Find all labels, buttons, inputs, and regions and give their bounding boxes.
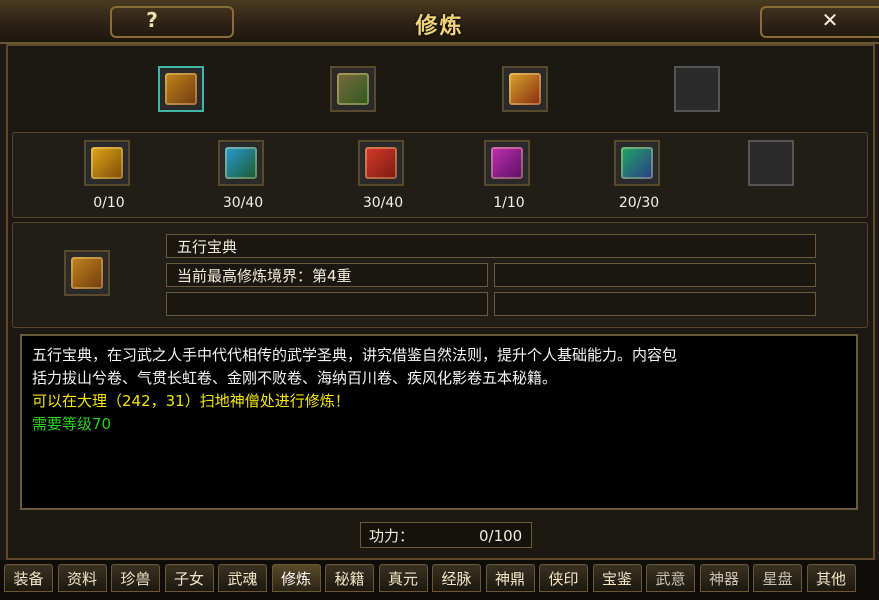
book-count-2: 30/40 [222, 195, 264, 211]
book-icon [71, 257, 103, 289]
book-slot-5[interactable] [614, 140, 660, 186]
close-icon[interactable]: ✕ [818, 8, 842, 32]
description-line-2: 括力拔山兮卷、气贯长虹卷、金刚不败卷、海纳百川卷、疾风化影卷五本秘籍。 [32, 369, 558, 387]
tab-7[interactable]: 秘籍 [325, 564, 374, 592]
cultivation-window: ? 修炼 ✕ 0/10 30/40 30/40 1/10 20/30 五行宝典 … [0, 0, 879, 600]
book-icon [365, 147, 397, 179]
current-book-slot[interactable] [64, 250, 110, 296]
tab-12[interactable]: 宝鉴 [592, 564, 642, 592]
tab-10[interactable]: 神鼎 [485, 564, 535, 592]
tab-6[interactable]: 修炼 [271, 564, 321, 592]
tab-9[interactable]: 经脉 [432, 564, 481, 592]
info-field-r1 [494, 263, 816, 287]
realm-field: 当前最高修炼境界：第4重 [166, 263, 488, 287]
window-title: 修炼 [415, 14, 464, 39]
tab-14[interactable]: 神器 [699, 564, 749, 592]
description-line-1: 五行宝典，在习武之人手中代代相传的武学圣典，讲究借鉴自然法则，提升个人基础能力。… [32, 346, 678, 364]
book-count-3: 30/40 [362, 195, 404, 211]
book-icon [491, 147, 523, 179]
book-icon [165, 73, 197, 105]
tab-11[interactable]: 侠印 [539, 564, 588, 592]
slot-empty[interactable] [674, 66, 720, 112]
book-count-4: 1/10 [493, 195, 525, 211]
tab-5[interactable]: 武魂 [218, 564, 267, 592]
tab-3[interactable]: 珍兽 [111, 564, 160, 592]
location-text: 可以在大理（242，31）扫地神僧处进行修炼！ [32, 392, 350, 410]
scroll-icon [337, 73, 369, 105]
book-count-1: 0/10 [93, 195, 125, 211]
slot-bamboo-scroll[interactable] [330, 66, 376, 112]
book-slot-1[interactable] [84, 140, 130, 186]
title-bar[interactable]: ? 修炼 ✕ [0, 0, 879, 44]
book-slot-4[interactable] [484, 140, 530, 186]
book-slot-2[interactable] [218, 140, 264, 186]
book-slot-3[interactable] [358, 140, 404, 186]
book-icon [91, 147, 123, 179]
tab-15[interactable]: 星盘 [753, 564, 802, 592]
description-box: 五行宝典，在习武之人手中代代相传的武学圣典，讲究借鉴自然法则，提升个人基础能力。… [20, 334, 858, 510]
tab-16[interactable]: 其他 [806, 564, 856, 592]
book-slot-6[interactable] [748, 140, 794, 186]
book-count-5: 20/30 [618, 195, 660, 211]
tab-8[interactable]: 真元 [378, 564, 428, 592]
tab-1[interactable]: 装备 [4, 564, 53, 592]
book-icon [621, 147, 653, 179]
golden-book-icon [509, 73, 541, 105]
info-field-l3 [166, 292, 488, 316]
level-requirement: 需要等级70 [32, 415, 112, 433]
slot-wuxing-baodian[interactable] [158, 66, 204, 112]
book-icon [225, 147, 257, 179]
gongli-box: 功力： 0/100 [360, 522, 532, 548]
tab-bar: 装备 资料 珍兽 子女 武魂 修炼 秘籍 真元 经脉 神鼎 侠印 宝鉴 武意 神器 星盘 其他 [0, 560, 879, 600]
info-field-r3 [494, 292, 816, 316]
tab-2[interactable]: 资料 [57, 564, 107, 592]
slot-golden-book[interactable] [502, 66, 548, 112]
book-name-field: 五行宝典 [166, 234, 816, 258]
tab-4[interactable]: 子女 [164, 564, 214, 592]
tab-13[interactable]: 武意 [646, 564, 695, 592]
gongli-label: 功力： [369, 527, 415, 545]
gongli-value: 0/100 [479, 527, 523, 545]
